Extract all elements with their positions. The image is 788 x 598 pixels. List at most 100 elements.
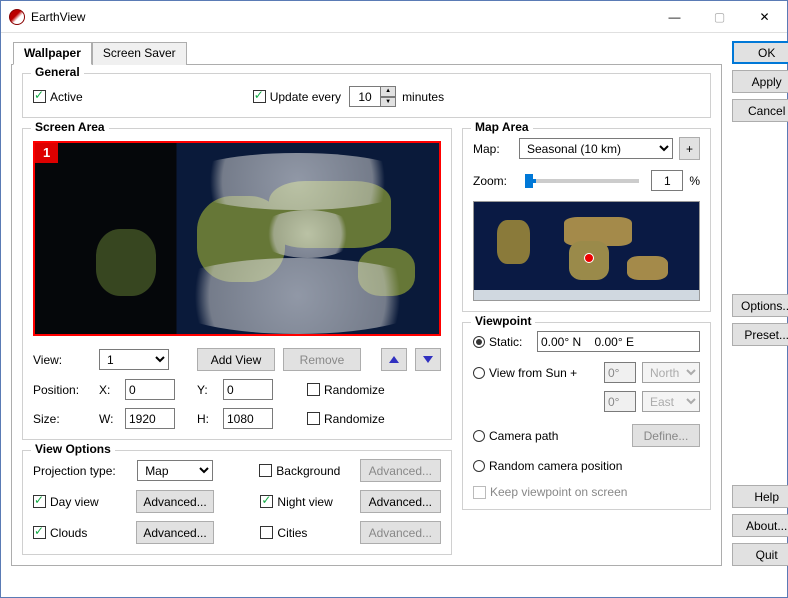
define-button[interactable]: Define...	[632, 424, 700, 447]
maximize-button[interactable]: ▢	[697, 2, 742, 32]
ok-button[interactable]: OK	[732, 41, 788, 64]
sun-radio[interactable]: View from Sun +	[473, 366, 577, 380]
x-input[interactable]	[125, 379, 175, 400]
move-down-button[interactable]	[415, 348, 441, 371]
size-label: Size:	[33, 412, 91, 426]
update-every-label: Update every	[270, 90, 341, 104]
randomize-pos-label: Randomize	[324, 383, 385, 397]
apply-button[interactable]: Apply	[732, 70, 788, 93]
view-label: View:	[33, 353, 91, 367]
random-camera-radio[interactable]: Random camera position	[473, 459, 622, 473]
zoom-slider[interactable]	[525, 179, 639, 183]
general-legend: General	[31, 65, 84, 79]
checkbox-icon	[253, 90, 266, 103]
map-add-button[interactable]: +	[679, 137, 700, 160]
keep-viewpoint-label: Keep viewpoint on screen	[490, 485, 627, 499]
nightview-advanced-button[interactable]: Advanced...	[360, 490, 441, 513]
checkbox-icon	[259, 464, 272, 477]
percent-label: %	[689, 174, 700, 188]
nightview-checkbox[interactable]: Night view	[260, 495, 351, 509]
radio-icon	[473, 430, 485, 442]
zoom-label: Zoom:	[473, 174, 513, 188]
randomize-size-label: Randomize	[324, 412, 385, 426]
checkbox-icon	[307, 383, 320, 396]
checkbox-icon	[260, 526, 273, 539]
projection-select[interactable]: Map	[137, 460, 212, 481]
w-input[interactable]	[125, 408, 175, 429]
active-label: Active	[50, 90, 83, 104]
map-select[interactable]: Seasonal (10 km)	[519, 138, 673, 159]
dayview-label: Day view	[50, 495, 99, 509]
keep-viewpoint-checkbox[interactable]: Keep viewpoint on screen	[473, 485, 627, 499]
background-label: Background	[276, 464, 340, 478]
app-icon	[9, 9, 25, 25]
active-checkbox[interactable]: Active	[33, 90, 83, 104]
randomize-pos-checkbox[interactable]: Randomize	[307, 383, 385, 397]
dayview-checkbox[interactable]: Day view	[33, 495, 128, 509]
update-every-checkbox[interactable]: Update every	[253, 90, 341, 104]
update-minutes-spinner[interactable]: ▲▼	[381, 86, 396, 107]
nightview-label: Night view	[277, 495, 332, 509]
quit-button[interactable]: Quit	[732, 543, 788, 566]
position-label: Position:	[33, 383, 91, 397]
viewpoint-legend: Viewpoint	[471, 314, 535, 328]
h-input[interactable]	[223, 408, 273, 429]
add-view-button[interactable]: Add View	[197, 348, 275, 371]
minimap[interactable]	[473, 201, 700, 301]
checkbox-icon	[33, 90, 46, 103]
static-coords-input[interactable]	[537, 331, 700, 352]
tab-wallpaper[interactable]: Wallpaper	[13, 42, 92, 65]
h-label: H:	[197, 412, 215, 426]
y-input[interactable]	[223, 379, 273, 400]
radio-icon	[473, 367, 485, 379]
radio-icon	[473, 460, 485, 472]
radio-icon	[473, 336, 485, 348]
clouds-checkbox[interactable]: Clouds	[33, 526, 128, 540]
sun-ew-select: East	[642, 391, 700, 412]
view-options-legend: View Options	[31, 442, 115, 456]
screen-preview[interactable]: 1	[33, 141, 441, 336]
cities-label: Cities	[277, 526, 307, 540]
sun-deg-ew-input	[604, 391, 636, 412]
about-button[interactable]: About...	[732, 514, 788, 537]
checkbox-icon	[307, 412, 320, 425]
chevron-down-icon	[423, 356, 433, 363]
screen-number-badge: 1	[35, 143, 58, 163]
dayview-advanced-button[interactable]: Advanced...	[136, 490, 214, 513]
update-minutes-input[interactable]	[349, 86, 381, 107]
map-area-legend: Map Area	[471, 120, 533, 134]
minimize-button[interactable]: —	[652, 2, 697, 32]
zoom-input[interactable]	[651, 170, 683, 191]
camera-path-radio[interactable]: Camera path	[473, 429, 558, 443]
checkbox-icon	[473, 486, 486, 499]
cities-checkbox[interactable]: Cities	[260, 526, 351, 540]
map-label: Map:	[473, 142, 513, 156]
checkbox-icon	[33, 526, 46, 539]
background-checkbox[interactable]: Background	[259, 464, 351, 478]
sun-deg-ns-input	[604, 362, 636, 383]
cancel-button[interactable]: Cancel	[732, 99, 788, 122]
sun-ns-select: North	[642, 362, 700, 383]
cities-advanced-button[interactable]: Advanced...	[360, 521, 441, 544]
close-button[interactable]: ✕	[742, 2, 787, 32]
background-advanced-button[interactable]: Advanced...	[360, 459, 441, 482]
static-radio[interactable]: Static:	[473, 335, 531, 349]
help-button[interactable]: Help	[732, 485, 788, 508]
checkbox-icon	[33, 495, 46, 508]
static-label: Static:	[489, 335, 522, 349]
w-label: W:	[99, 412, 117, 426]
preset-button[interactable]: Preset...	[732, 323, 788, 346]
window-title: EarthView	[31, 10, 85, 24]
random-camera-label: Random camera position	[489, 459, 622, 473]
clouds-label: Clouds	[50, 526, 87, 540]
projection-label: Projection type:	[33, 464, 129, 478]
move-up-button[interactable]	[381, 348, 407, 371]
view-select[interactable]: 1	[99, 349, 169, 370]
remove-view-button[interactable]: Remove	[283, 348, 361, 371]
clouds-advanced-button[interactable]: Advanced...	[136, 521, 214, 544]
tab-screensaver[interactable]: Screen Saver	[92, 42, 187, 65]
x-label: X:	[99, 383, 117, 397]
screen-area-legend: Screen Area	[31, 120, 109, 134]
randomize-size-checkbox[interactable]: Randomize	[307, 412, 385, 426]
options-button[interactable]: Options...	[732, 294, 788, 317]
